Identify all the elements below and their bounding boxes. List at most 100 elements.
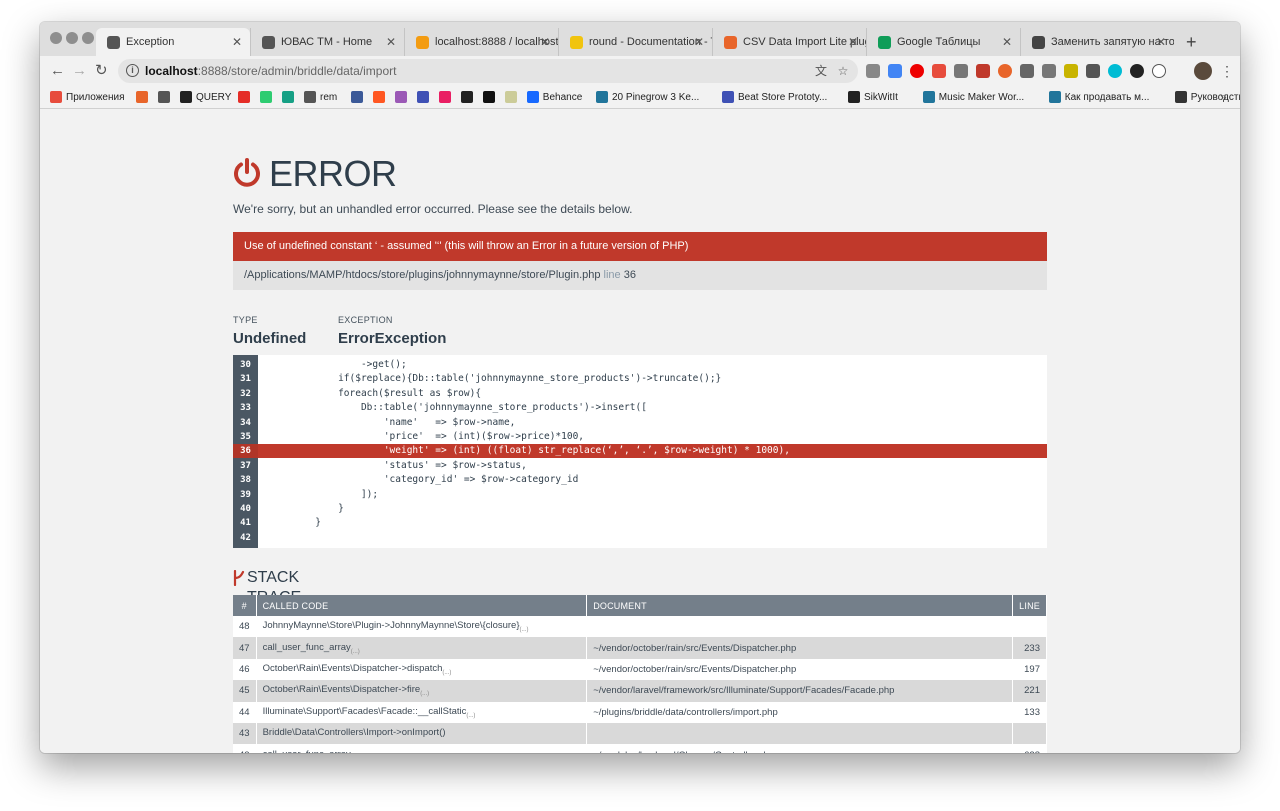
table-row[interactable]: 48 JohnnyMaynne\Store\Plugin->JohnnyMaynn… xyxy=(233,616,1047,638)
tab-4[interactable]: CSV Data Import Lite plugi ✕ xyxy=(712,28,866,56)
bookmark-item-0[interactable]: Приложения xyxy=(66,91,125,105)
bookmark-icon[interactable] xyxy=(438,91,451,103)
trace-line xyxy=(1012,616,1047,638)
bookmark-icon[interactable] xyxy=(848,91,860,103)
extension-lock-icon[interactable] xyxy=(932,64,946,78)
bookmark-item-19[interactable]: SikWitIt xyxy=(864,91,898,105)
tab-close-icon[interactable]: ✕ xyxy=(232,28,242,56)
tab-close-icon[interactable]: ✕ xyxy=(848,28,858,56)
bookmark-icon[interactable] xyxy=(460,91,473,103)
trace-line: 233 xyxy=(1012,637,1047,659)
bookmark-icon[interactable] xyxy=(922,91,935,103)
trace-args[interactable]: (...) xyxy=(351,649,360,655)
bookmark-star-icon[interactable]: ☆ xyxy=(836,64,850,78)
zoom-window-button[interactable] xyxy=(82,32,94,44)
extension-s-icon[interactable] xyxy=(976,64,990,78)
bookmark-item-21[interactable]: Как продавать м... xyxy=(1065,91,1150,105)
bookmark-icon[interactable] xyxy=(350,91,363,103)
bookmark-icon[interactable] xyxy=(394,91,407,103)
line-source: ]); xyxy=(258,488,379,500)
extension-dark-icon[interactable] xyxy=(1130,64,1144,78)
table-row[interactable]: 45 October\Rain\Events\Dispatcher->fire(.… xyxy=(233,680,1047,702)
tab-close-icon[interactable]: ✕ xyxy=(694,28,704,56)
tab-title: Exception xyxy=(126,36,175,48)
bookmark-item-16[interactable]: Behance xyxy=(543,91,582,105)
site-info-icon[interactable]: i xyxy=(126,64,139,77)
extension-fire-icon[interactable] xyxy=(998,64,1012,78)
extension-v-icon[interactable] xyxy=(1086,64,1100,78)
back-icon[interactable]: ← xyxy=(50,60,65,82)
table-row[interactable]: 46 October\Rain\Events\Dispatcher->dispat… xyxy=(233,658,1047,681)
close-window-button[interactable] xyxy=(50,32,62,44)
tab-close-icon[interactable]: ✕ xyxy=(1156,28,1166,56)
tab-close-icon[interactable]: ✕ xyxy=(540,28,550,56)
new-tab-button[interactable]: + xyxy=(1186,28,1197,56)
tab-5[interactable]: Google Таблицы ✕ xyxy=(866,28,1020,56)
trace-args[interactable]: (...) xyxy=(442,670,451,676)
trace-num: 46 xyxy=(233,658,257,681)
bookmark-icon[interactable] xyxy=(304,91,316,103)
extension-translate-icon[interactable] xyxy=(888,64,902,78)
bookmark-icon[interactable] xyxy=(260,91,272,103)
bookmark-icon[interactable] xyxy=(282,91,294,103)
tab-6[interactable]: Заменить запятую на точ ✕ xyxy=(1020,28,1174,56)
tab-0[interactable]: Exception ✕ xyxy=(96,28,250,56)
table-row[interactable]: 43 Briddle\Data\Controllers\Import->onImp… xyxy=(233,722,1047,745)
extension-circle-icon[interactable] xyxy=(1152,64,1166,78)
bookmark-icon[interactable] xyxy=(526,91,539,103)
extension-pin-icon[interactable] xyxy=(1064,64,1078,78)
bookmark-icon[interactable] xyxy=(158,91,170,103)
bookmark-icon[interactable] xyxy=(1174,91,1187,103)
bookmark-item-17[interactable]: 20 Pinegrow 3 Ke... xyxy=(612,91,699,105)
code-line-highlighted: 36 'weight' => (int) ((float) str_replac… xyxy=(233,444,1047,459)
translate-icon[interactable]: 文 xyxy=(814,64,828,78)
bookmark-item-22[interactable]: Руководство по с... xyxy=(1191,91,1240,105)
reload-icon[interactable]: ↻ xyxy=(95,60,108,82)
trace-called-code: Illuminate\Support\Facades\Facade::__cal… xyxy=(256,701,588,723)
bookmark-icon[interactable] xyxy=(504,91,517,103)
bookmark-icon[interactable] xyxy=(372,91,385,103)
trace-code-text: call_user_func_array xyxy=(262,641,351,653)
trace-args[interactable]: (...) xyxy=(520,627,529,633)
bookmarks-overflow-icon[interactable]: » xyxy=(1220,90,1227,104)
tab-2[interactable]: localhost:8888 / localhost ✕ xyxy=(404,28,558,56)
bookmark-icon[interactable] xyxy=(50,91,62,103)
profile-avatar[interactable] xyxy=(1194,62,1212,80)
bookmark-icon[interactable] xyxy=(482,91,495,103)
extension-shield-icon[interactable] xyxy=(866,64,880,78)
bookmark-icon[interactable] xyxy=(722,91,734,103)
bookmark-icon[interactable] xyxy=(596,91,608,103)
extension-opera-icon[interactable] xyxy=(910,64,924,78)
extension-camera-icon[interactable] xyxy=(1020,64,1034,78)
error-line-number: 36 xyxy=(623,269,636,281)
address-bar[interactable]: i localhost:8888/store/admin/briddle/dat… xyxy=(118,59,858,83)
bookmark-icon[interactable] xyxy=(416,91,429,103)
bookmark-icon[interactable] xyxy=(180,91,192,103)
bookmark-icon[interactable] xyxy=(1048,91,1061,103)
tab-close-icon[interactable]: ✕ xyxy=(1002,28,1012,56)
code-line: 33 Db::table('johnnymaynne_store_product… xyxy=(233,401,1047,415)
bookmark-icon[interactable] xyxy=(136,91,148,103)
extension-cloud-icon[interactable] xyxy=(1042,64,1056,78)
extension-move-icon[interactable] xyxy=(954,64,968,78)
extension-fps-icon[interactable] xyxy=(1108,64,1122,78)
tab-close-icon[interactable]: ✕ xyxy=(386,28,396,56)
tab-3[interactable]: round - Documentation - T ✕ xyxy=(558,28,712,56)
browser-menu-icon[interactable]: ⋮ xyxy=(1220,62,1234,80)
bookmark-item-7[interactable]: rem xyxy=(320,91,337,105)
bookmark-item-3[interactable]: QUERY xyxy=(196,91,231,105)
table-row[interactable]: 44 Illuminate\Support\Facades\Facade::__c… xyxy=(233,701,1047,723)
bookmark-item-20[interactable]: Music Maker Wor... xyxy=(939,91,1024,105)
tab-1[interactable]: ЮВАС ТМ - Home ✕ xyxy=(250,28,404,56)
bookmark-icon[interactable] xyxy=(238,91,250,103)
code-line: 41 } xyxy=(233,516,1047,530)
minimize-window-button[interactable] xyxy=(66,32,78,44)
tab-favicon-icon xyxy=(1032,36,1045,49)
table-row[interactable]: 47 call_user_func_array(...) ~/vendor/octo… xyxy=(233,637,1047,659)
table-row[interactable]: 42call_user_func_array(...)~/modules/bac… xyxy=(233,744,1047,753)
trace-args[interactable]: (...) xyxy=(420,691,429,697)
error-subtitle: We're sorry, but an unhandled error occu… xyxy=(233,202,633,216)
bookmark-item-18[interactable]: Beat Store Prototy... xyxy=(738,91,827,105)
forward-icon[interactable]: → xyxy=(72,60,87,82)
trace-args[interactable]: (...) xyxy=(466,713,475,719)
